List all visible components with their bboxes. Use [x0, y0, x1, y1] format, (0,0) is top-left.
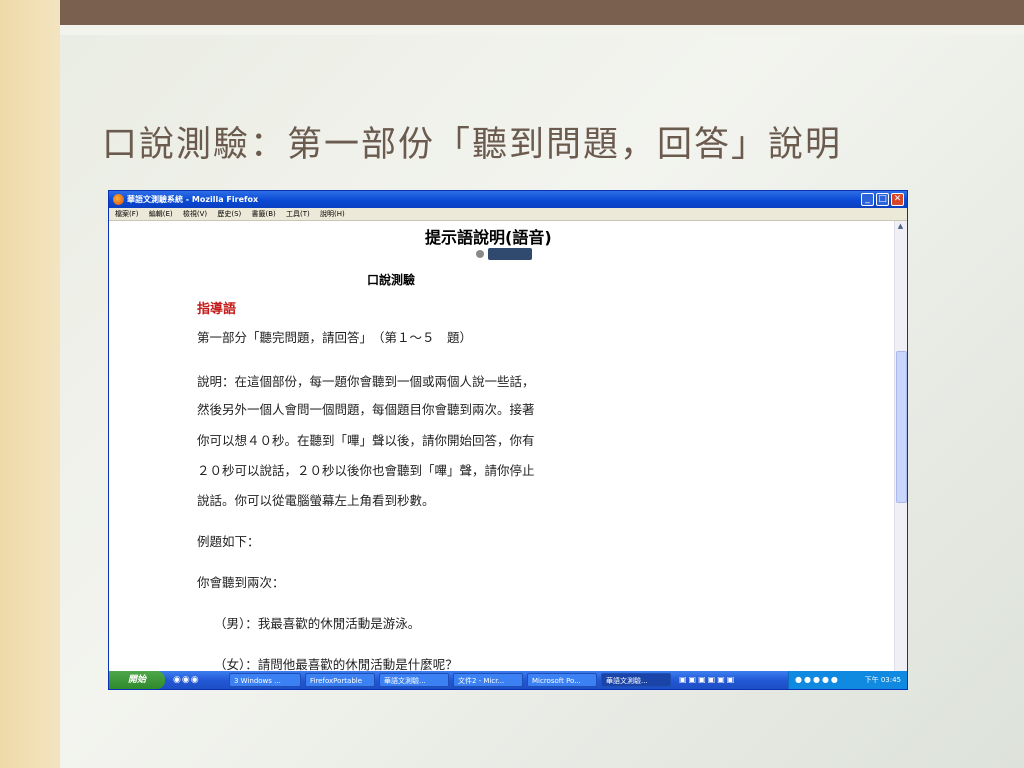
- description-line: 說明：在這個部份，每一題你會聽到一個或兩個人說一些話，: [197, 374, 535, 389]
- clock: 下午 03:45: [864, 676, 901, 684]
- taskbar: 開始 ◉◉◉ 3 Windows ... FirefoxPortable 華語文…: [109, 671, 907, 689]
- scroll-up-icon[interactable]: ▲: [895, 221, 906, 232]
- start-button[interactable]: 開始: [109, 671, 165, 689]
- top-decor-line: [60, 25, 1024, 35]
- taskbar-item[interactable]: FirefoxPortable: [305, 673, 375, 687]
- menu-bookmarks[interactable]: 書籤(B): [252, 210, 276, 218]
- female-line: （女）：請問他最喜歡的休閒活動是什麼呢？: [214, 657, 458, 671]
- menu-history[interactable]: 歷史(S): [217, 210, 241, 218]
- description-line: ２０秒可以說話，２０秒以後你也會聽到「嗶」聲，請你停止: [197, 463, 535, 478]
- speaker-icon: [476, 250, 484, 258]
- page-content: 提示語說明(語音) 口說測驗 指導語 第一部分「聽完問題，請回答」 （第１～５ …: [109, 221, 896, 671]
- menu-view[interactable]: 檢視(V): [183, 210, 207, 218]
- menu-tools[interactable]: 工具(T): [286, 210, 310, 218]
- maximize-button[interactable]: □: [876, 193, 889, 206]
- scrollbar-thumb[interactable]: [896, 351, 907, 503]
- slide-title: 口說測驗：第一部份「聽到問題，回答」說明: [102, 125, 843, 165]
- example-label: 例題如下：: [197, 534, 260, 549]
- window-title: 華語文測驗系統 - Mozilla Firefox: [127, 195, 259, 204]
- taskbar-item[interactable]: 文件2 - Micr...: [453, 673, 523, 687]
- vertical-scrollbar[interactable]: ▲: [894, 221, 907, 671]
- quick-launch-icons[interactable]: ◉◉◉: [173, 675, 200, 685]
- description-line: 然後另外一個人會問一個問題，每個題目你會聽到兩次。接著: [197, 402, 535, 417]
- description-line: 說話。你可以從電腦螢幕左上角看到秒數。: [197, 493, 435, 508]
- toolbar-icons[interactable]: ▣▣▣▣▣▣: [679, 675, 736, 685]
- browser-window: 華語文測驗系統 - Mozilla Firefox _ □ ✕ 檔案(F) 編輯…: [108, 190, 908, 690]
- top-decor-bar: [60, 0, 1024, 25]
- hear-twice-line: 你會聽到兩次：: [197, 575, 285, 590]
- male-line: （男）：我最喜歡的休閒活動是游泳。: [214, 616, 421, 631]
- menu-help[interactable]: 說明(H): [320, 210, 345, 218]
- content-heading: 提示語說明(語音): [425, 228, 552, 247]
- taskbar-item-active[interactable]: 華語文測驗...: [601, 673, 671, 687]
- menu-bar: 檔案(F) 編輯(E) 檢視(V) 歷史(S) 書籤(B) 工具(T) 說明(H…: [109, 208, 907, 221]
- content-subheading: 口說測驗: [367, 273, 416, 287]
- part-line: 第一部分「聽完問題，請回答」 （第１～５ 題）: [197, 330, 473, 345]
- menu-edit[interactable]: 編輯(E): [149, 210, 173, 218]
- taskbar-item[interactable]: 3 Windows ...: [229, 673, 301, 687]
- guide-label: 指導語: [197, 302, 237, 317]
- close-button[interactable]: ✕: [891, 193, 904, 206]
- audio-player[interactable]: [476, 248, 536, 260]
- firefox-icon: [113, 194, 124, 205]
- window-titlebar[interactable]: 華語文測驗系統 - Mozilla Firefox _ □ ✕: [109, 191, 907, 208]
- taskbar-item[interactable]: Microsoft Po...: [527, 673, 597, 687]
- menu-file[interactable]: 檔案(F): [115, 210, 139, 218]
- tray-icons[interactable]: ●●●●●: [795, 675, 840, 685]
- taskbar-item[interactable]: 華語文測驗...: [379, 673, 449, 687]
- audio-control[interactable]: [488, 248, 532, 260]
- description-line: 你可以想４０秒。在聽到「嗶」聲以後，請你開始回答，你有: [197, 433, 535, 448]
- system-tray: ●●●●● 下午 03:45: [788, 671, 907, 689]
- minimize-button[interactable]: _: [861, 193, 874, 206]
- left-decor-bar: [0, 0, 60, 768]
